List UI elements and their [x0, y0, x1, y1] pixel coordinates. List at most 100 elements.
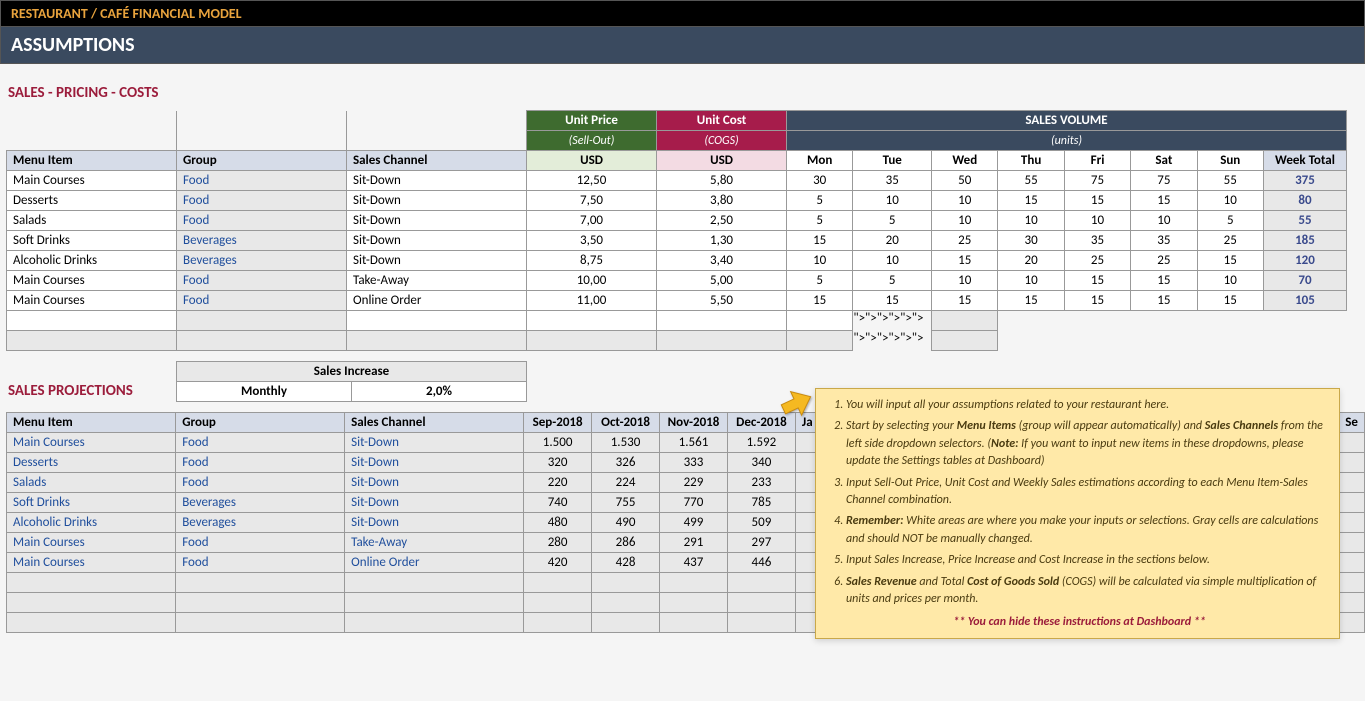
price-cell[interactable]: 11,00 [527, 291, 657, 311]
volume-cell[interactable]: 5 [1197, 211, 1263, 231]
menu-item-cell[interactable]: Main Courses [7, 171, 177, 191]
volume-cell[interactable]: 10 [932, 211, 998, 231]
volume-cell[interactable]: 15 [1064, 271, 1130, 291]
volume-cell[interactable]: 10 [853, 191, 932, 211]
channel-cell[interactable]: Sit-Down [345, 473, 524, 493]
menu-item-cell[interactable]: Main Courses [7, 553, 176, 573]
volume-cell[interactable]: 15 [932, 291, 998, 311]
menu-item-cell[interactable]: Main Courses [7, 433, 176, 453]
cost-cell[interactable]: 1,30 [657, 231, 787, 251]
volume-cell[interactable]: 15 [1131, 271, 1197, 291]
menu-item-cell[interactable]: Desserts [7, 191, 177, 211]
volume-cell[interactable]: 10 [1064, 211, 1130, 231]
projection-cell: 480 [524, 513, 592, 533]
channel-cell[interactable]: Sit-Down [345, 433, 524, 453]
volume-cell[interactable]: 55 [1197, 171, 1263, 191]
menu-item-cell[interactable]: Salads [7, 473, 176, 493]
price-cell[interactable]: 7,00 [527, 211, 657, 231]
channel-cell[interactable]: Sit-Down [347, 211, 527, 231]
volume-cell[interactable]: 10 [1197, 191, 1263, 211]
volume-cell[interactable]: 35 [853, 171, 932, 191]
volume-cell[interactable]: 25 [1064, 251, 1130, 271]
volume-cell[interactable]: 10 [1131, 211, 1197, 231]
volume-cell[interactable]: 35 [1131, 231, 1197, 251]
volume-cell[interactable]: 10 [1197, 271, 1263, 291]
cost-cell[interactable]: 3,40 [657, 251, 787, 271]
cost-cell[interactable]: 5,80 [657, 171, 787, 191]
volume-cell[interactable]: 15 [787, 231, 853, 251]
volume-cell[interactable]: 5 [853, 211, 932, 231]
channel-cell[interactable]: Sit-Down [347, 191, 527, 211]
volume-cell[interactable]: 15 [787, 291, 853, 311]
menu-item-cell[interactable]: Alcoholic Drinks [7, 513, 176, 533]
volume-cell[interactable]: 35 [1064, 231, 1130, 251]
channel-cell[interactable]: Sit-Down [347, 231, 527, 251]
week-total-cell: 55 [1263, 211, 1346, 231]
volume-cell[interactable]: 15 [1131, 291, 1197, 311]
volume-cell[interactable]: 15 [932, 251, 998, 271]
volume-cell[interactable]: 15 [998, 291, 1064, 311]
volume-cell[interactable]: 15 [1197, 291, 1263, 311]
volume-cell[interactable]: 15 [1064, 291, 1130, 311]
menu-item-cell[interactable]: Main Courses [7, 271, 177, 291]
price-cell[interactable]: 7,50 [527, 191, 657, 211]
volume-cell[interactable]: 75 [1064, 171, 1130, 191]
channel-cell[interactable]: Online Order [345, 553, 524, 573]
menu-item-cell[interactable]: Alcoholic Drinks [7, 251, 177, 271]
volume-cell[interactable]: 10 [998, 271, 1064, 291]
volume-cell[interactable]: 10 [853, 251, 932, 271]
channel-cell[interactable]: Sit-Down [347, 251, 527, 271]
cost-cell[interactable]: 5,50 [657, 291, 787, 311]
price-cell[interactable]: 3,50 [527, 231, 657, 251]
volume-cell[interactable]: 5 [787, 271, 853, 291]
volume-cell[interactable]: 15 [998, 191, 1064, 211]
price-cell[interactable]: 8,75 [527, 251, 657, 271]
volume-cell[interactable]: 10 [932, 191, 998, 211]
price-cell[interactable]: 12,50 [527, 171, 657, 191]
day-header: Tue [853, 151, 932, 171]
group-cell: Beverages [176, 513, 345, 533]
price-cell[interactable]: 10,00 [527, 271, 657, 291]
volume-cell[interactable]: 15 [1197, 251, 1263, 271]
volume-cell[interactable]: 10 [787, 251, 853, 271]
volume-cell[interactable]: 15 [1131, 191, 1197, 211]
volume-cell[interactable]: 30 [787, 171, 853, 191]
channel-cell[interactable]: Take-Away [347, 271, 527, 291]
volume-cell[interactable]: 75 [1131, 171, 1197, 191]
menu-item-cell[interactable]: Soft Drinks [7, 231, 177, 251]
volume-cell[interactable]: 55 [998, 171, 1064, 191]
menu-item-cell[interactable]: Main Courses [7, 533, 176, 553]
volume-cell[interactable]: 25 [1131, 251, 1197, 271]
volume-cell[interactable]: 15 [1064, 191, 1130, 211]
cost-cell[interactable]: 3,80 [657, 191, 787, 211]
volume-cell[interactable]: 15 [853, 291, 932, 311]
channel-cell[interactable]: Take-Away [345, 533, 524, 553]
channel-cell[interactable]: Sit-Down [345, 453, 524, 473]
volume-cell[interactable]: 20 [998, 251, 1064, 271]
volume-cell[interactable]: 25 [932, 231, 998, 251]
projection-cell: 437 [660, 553, 728, 573]
cost-cell[interactable]: 2,50 [657, 211, 787, 231]
col-menu-item: Menu Item [7, 151, 177, 171]
channel-cell[interactable]: Sit-Down [345, 493, 524, 513]
volume-cell[interactable]: 30 [998, 231, 1064, 251]
volume-cell[interactable]: 50 [932, 171, 998, 191]
channel-cell[interactable]: Sit-Down [347, 171, 527, 191]
cost-cell[interactable]: 5,00 [657, 271, 787, 291]
group-cell: Food [177, 191, 347, 211]
volume-cell[interactable]: 10 [998, 211, 1064, 231]
volume-cell[interactable]: 5 [853, 271, 932, 291]
volume-cell[interactable]: 20 [853, 231, 932, 251]
volume-cell[interactable]: 10 [932, 271, 998, 291]
menu-item-cell[interactable]: Soft Drinks [7, 493, 176, 513]
volume-cell[interactable]: 5 [787, 211, 853, 231]
menu-item-cell[interactable]: Salads [7, 211, 177, 231]
volume-cell[interactable]: 25 [1197, 231, 1263, 251]
sales-increase-value[interactable]: 2,0% [352, 382, 527, 402]
channel-cell[interactable]: Online Order [347, 291, 527, 311]
menu-item-cell[interactable]: Desserts [7, 453, 176, 473]
menu-item-cell[interactable]: Main Courses [7, 291, 177, 311]
volume-cell[interactable]: 5 [787, 191, 853, 211]
projection-cell: 233 [727, 473, 795, 493]
channel-cell[interactable]: Sit-Down [345, 513, 524, 533]
